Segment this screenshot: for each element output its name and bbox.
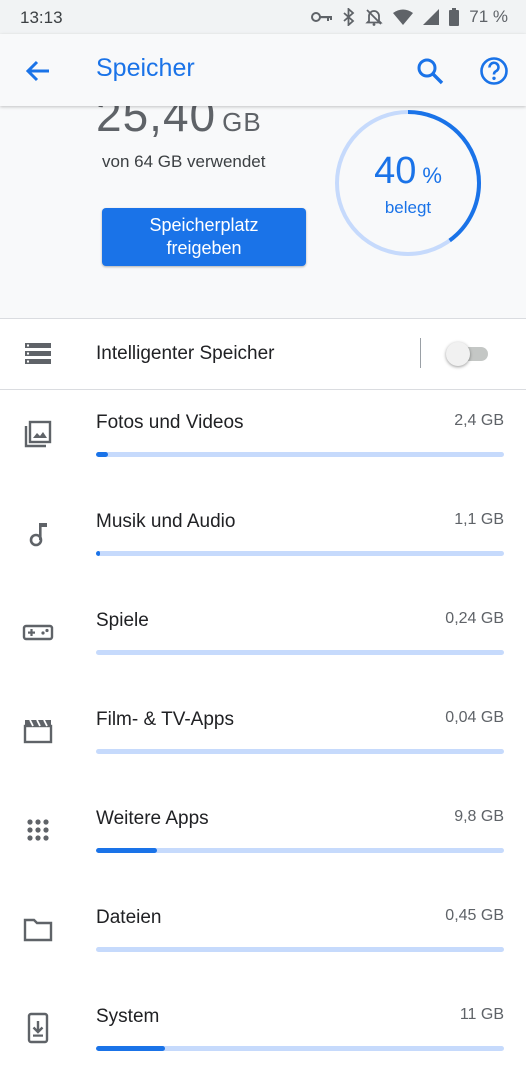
help-icon[interactable] <box>478 55 510 87</box>
category-size: 0,24 GB <box>445 610 504 627</box>
category-usage-bar <box>96 650 504 655</box>
category-usage-fill <box>96 452 109 457</box>
vertical-divider <box>420 338 421 368</box>
app-bar: Speicher <box>0 34 526 106</box>
movie-icon <box>22 715 54 747</box>
category-name: Spiele <box>96 610 149 631</box>
category-files[interactable]: Dateien 0,45 GB <box>0 885 526 984</box>
category-usage-bar <box>96 452 504 457</box>
used-storage-amount: 25,40 GB <box>96 106 262 142</box>
category-size: 1,1 GB <box>454 511 504 528</box>
bluetooth-icon <box>343 8 355 26</box>
status-bar: 13:13 71 % <box>0 0 526 34</box>
category-name: System <box>96 1006 160 1027</box>
toggle-thumb <box>446 342 470 366</box>
battery-icon <box>449 8 460 26</box>
smart-storage-row[interactable]: Intelligenter Speicher <box>0 319 526 389</box>
category-size: 0,45 GB <box>445 907 504 924</box>
used-value: 25,40 <box>96 106 217 141</box>
search-icon[interactable] <box>414 55 446 87</box>
category-usage-fill <box>96 551 101 556</box>
category-size: 11 GB <box>459 1006 504 1023</box>
category-usage-bar <box>96 947 504 952</box>
category-music-audio[interactable]: Musik und Audio 1,1 GB <box>0 489 526 588</box>
category-name: Musik und Audio <box>96 511 236 532</box>
category-size: 9,8 GB <box>454 808 504 825</box>
free-up-space-button[interactable]: Speicherplatz freigeben <box>102 208 306 266</box>
storage-summary: 25,40 GB von 64 GB verwendet Speicherplat… <box>0 106 526 318</box>
battery-percent: 71 % <box>469 7 508 26</box>
category-usage-bar <box>96 749 504 754</box>
usage-percent-symbol: % <box>422 163 442 188</box>
music-note-icon <box>22 517 54 549</box>
free-up-space-label: Speicherplatz freigeben <box>149 215 259 258</box>
gamepad-icon <box>22 616 54 648</box>
folder-icon <box>22 913 54 945</box>
category-film-tv-apps[interactable]: Film- & TV-Apps 0,04 GB <box>0 687 526 786</box>
notifications-off-icon <box>365 8 383 26</box>
page-title: Speicher <box>96 54 195 82</box>
usage-percent-value: 40 <box>374 150 417 192</box>
category-name: Dateien <box>96 907 162 928</box>
category-usage-fill <box>96 848 158 853</box>
used-unit: GB <box>222 107 262 137</box>
category-size: 2,4 GB <box>454 412 504 429</box>
category-system[interactable]: System 11 GB <box>0 984 526 1083</box>
category-name: Fotos und Videos <box>96 412 244 433</box>
smart-storage-icon <box>24 341 52 367</box>
smart-storage-label: Intelligenter Speicher <box>96 343 275 364</box>
category-usage-bar <box>96 848 504 853</box>
status-time: 13:13 <box>20 8 63 27</box>
signal-icon <box>423 9 440 25</box>
category-usage-bar <box>96 551 504 556</box>
system-update-icon <box>22 1012 54 1044</box>
photo-library-icon <box>22 418 54 450</box>
category-usage-fill <box>96 1046 166 1051</box>
back-arrow-icon[interactable] <box>22 55 54 87</box>
usage-percent: 40% <box>334 150 482 193</box>
category-name: Film- & TV-Apps <box>96 709 234 730</box>
category-other-apps[interactable]: Weitere Apps 9,8 GB <box>0 786 526 885</box>
category-photos-videos[interactable]: Fotos und Videos 2,4 GB <box>0 390 526 489</box>
used-of-total: von 64 GB verwendet <box>102 152 266 171</box>
smart-storage-toggle[interactable] <box>446 341 492 367</box>
usage-percent-label: belegt <box>384 198 432 217</box>
category-name: Weitere Apps <box>96 808 209 829</box>
status-icons: 71 % <box>311 7 508 27</box>
category-size: 0,04 GB <box>445 709 504 726</box>
vpn-key-icon <box>311 10 333 24</box>
category-games[interactable]: Spiele 0,24 GB <box>0 588 526 687</box>
wifi-icon <box>393 9 414 25</box>
category-usage-bar <box>96 1046 504 1051</box>
apps-grid-icon <box>22 814 54 846</box>
